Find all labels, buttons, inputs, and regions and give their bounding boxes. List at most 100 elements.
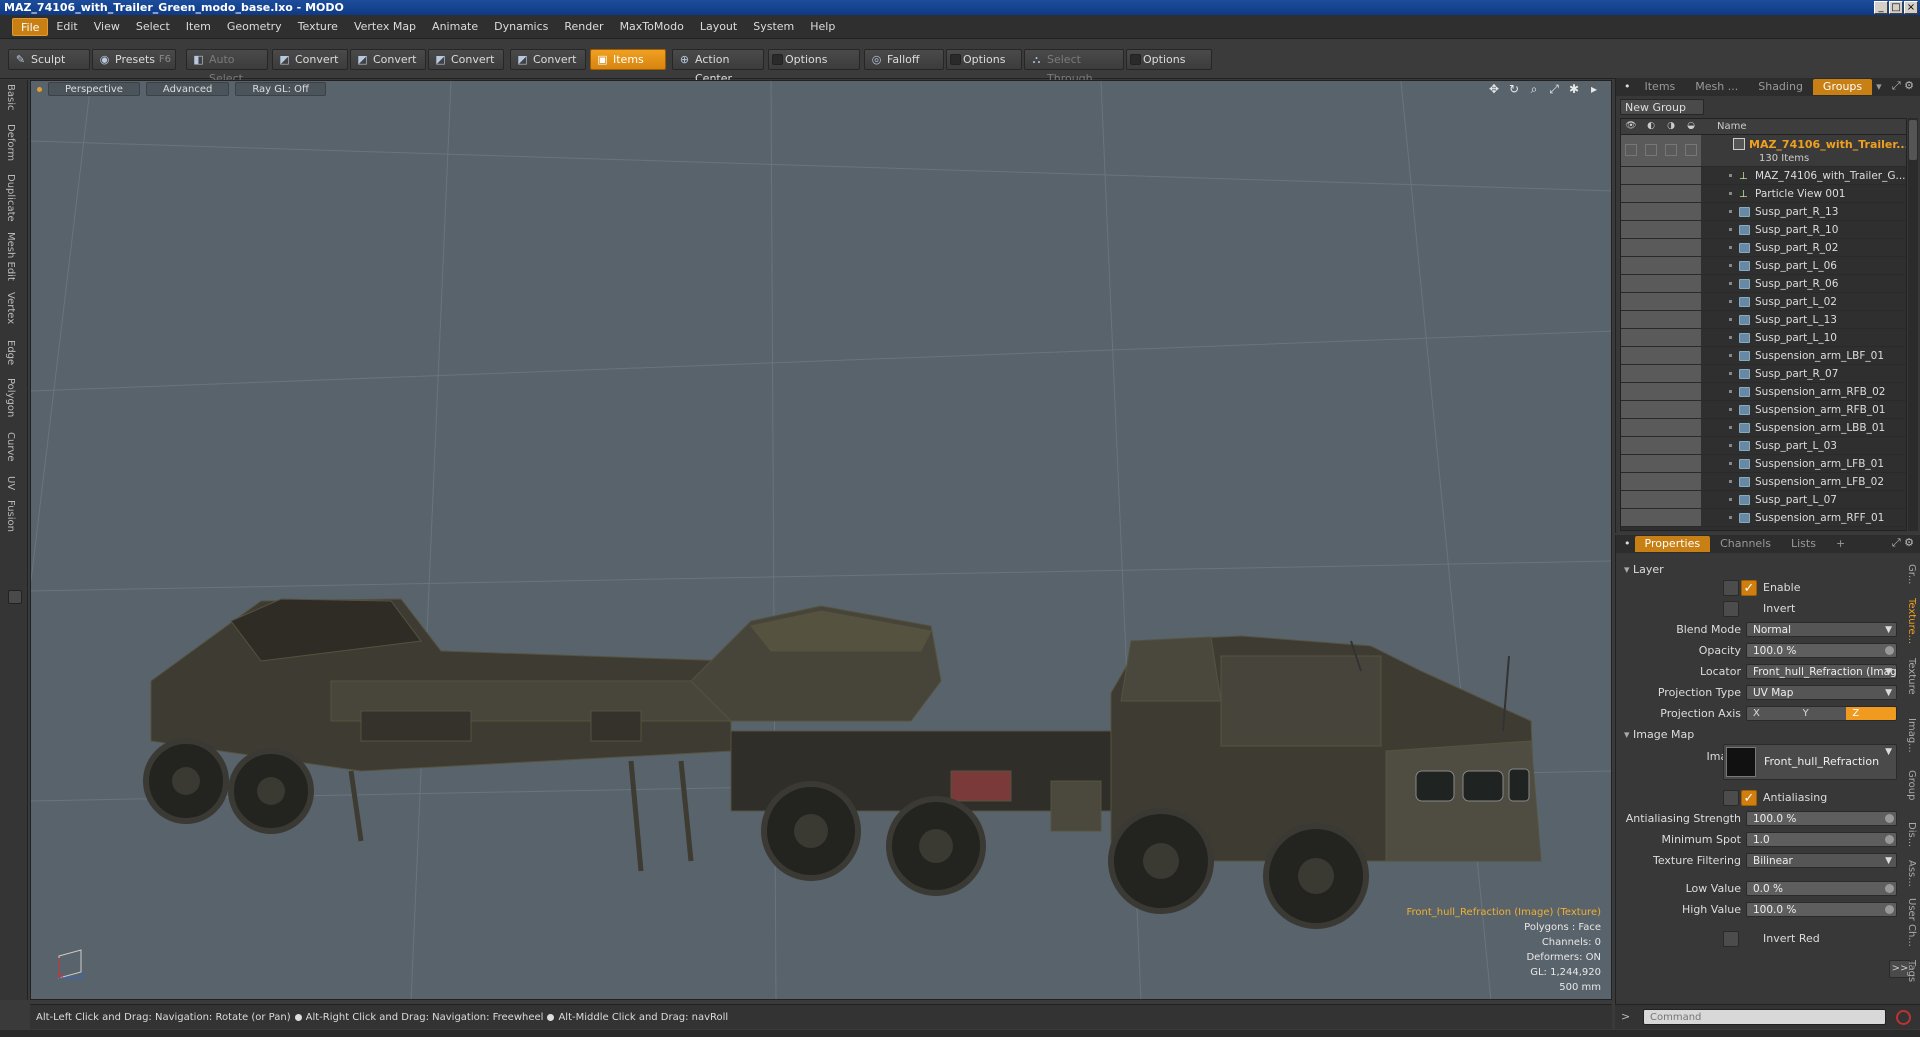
- 3d-viewport[interactable]: Perspective Advanced Ray GL: Off ✥ ↻ ⌕ ⤢…: [30, 80, 1612, 1000]
- select-through-button[interactable]: ⛬ Select Through: [1024, 49, 1124, 85]
- vtab-texture[interactable]: Texture: [1906, 658, 1920, 695]
- menu-maxtomodo[interactable]: MaxToModo: [612, 18, 692, 36]
- blend-mode-select[interactable]: Normal ▼: [1746, 622, 1897, 637]
- tab-uv[interactable]: UV: [5, 476, 23, 490]
- tab-mesh[interactable]: Mesh ...: [1685, 79, 1748, 95]
- vtab-assembly[interactable]: Ass...: [1906, 860, 1920, 887]
- min-spot-field[interactable]: 1.0: [1746, 832, 1897, 847]
- action-center-options-button[interactable]: Options: [768, 49, 860, 70]
- tab-expand-button[interactable]: [8, 590, 22, 604]
- tab-channels[interactable]: Channels: [1710, 536, 1781, 552]
- tab-shading[interactable]: Shading: [1748, 79, 1813, 95]
- invert-checkbox[interactable]: [1723, 601, 1739, 617]
- menu-dynamics[interactable]: Dynamics: [486, 18, 556, 36]
- axis-y-button[interactable]: Y: [1796, 707, 1847, 720]
- keyframe-icon[interactable]: [1885, 814, 1894, 823]
- viewport-menu-dot[interactable]: [37, 86, 42, 92]
- add-tab-button[interactable]: +: [1826, 536, 1855, 552]
- tab-edge[interactable]: Edge: [5, 340, 23, 365]
- list-item[interactable]: Susp_part_R_13: [1621, 203, 1906, 221]
- list-item[interactable]: Susp_part_L_13: [1621, 311, 1906, 329]
- keyframe-icon[interactable]: [1885, 835, 1894, 844]
- opacity-field[interactable]: 100.0 %: [1746, 643, 1897, 658]
- scrollbar-thumb[interactable]: [1909, 120, 1917, 160]
- items-mode-button[interactable]: ▣ Items: [590, 49, 666, 70]
- perspective-button[interactable]: Perspective: [48, 82, 140, 96]
- menu-item[interactable]: Item: [178, 18, 219, 36]
- menu-select[interactable]: Select: [128, 18, 178, 36]
- tab-mesh-edit[interactable]: Mesh Edit: [5, 232, 23, 281]
- vtab-user-channels[interactable]: User Ch...: [1906, 898, 1920, 947]
- image-map-section-header[interactable]: Image Map: [1624, 728, 1694, 741]
- menu-help[interactable]: Help: [802, 18, 843, 36]
- list-item[interactable]: Susp_part_R_07: [1621, 365, 1906, 383]
- vtab-texture-layer[interactable]: Texture...: [1906, 598, 1920, 644]
- menu-view[interactable]: View: [86, 18, 128, 36]
- enable-checkbox[interactable]: ✓: [1741, 580, 1757, 596]
- list-item[interactable]: Susp_part_R_02: [1621, 239, 1906, 257]
- list-item[interactable]: Susp_part_L_07: [1621, 491, 1906, 509]
- chevron-right-icon[interactable]: >: [1621, 1010, 1630, 1023]
- convert-button-4[interactable]: ◩ Convert: [510, 49, 586, 70]
- menu-geometry[interactable]: Geometry: [219, 18, 290, 36]
- tab-items[interactable]: Items: [1635, 79, 1686, 95]
- eye-icon[interactable]: 👁: [1625, 121, 1637, 133]
- falloff-options-button[interactable]: Options: [946, 49, 1022, 70]
- menu-animate[interactable]: Animate: [424, 18, 486, 36]
- vtab-group-2[interactable]: Group: [1906, 770, 1920, 800]
- tab-basic[interactable]: Basic: [5, 84, 23, 110]
- record-macro-icon[interactable]: [1896, 1010, 1911, 1025]
- minimize-button[interactable]: _: [1874, 1, 1888, 14]
- menu-layout[interactable]: Layout: [692, 18, 745, 36]
- sculpt-button[interactable]: ✎ Sculpt: [8, 49, 90, 70]
- convert-button-1[interactable]: ◩ Convert: [272, 49, 348, 70]
- tab-vertex[interactable]: Vertex: [5, 292, 23, 324]
- axis-x-button[interactable]: X: [1747, 707, 1797, 720]
- groups-scrollbar[interactable]: [1908, 118, 1918, 531]
- render-icon[interactable]: ◒: [1685, 121, 1697, 133]
- tab-curve[interactable]: Curve: [5, 432, 23, 462]
- tab-duplicate[interactable]: Duplicate: [5, 174, 23, 222]
- list-item[interactable]: ⊥ MAZ_74106_with_Trailer_G...: [1621, 167, 1906, 185]
- enable-key-box[interactable]: [1723, 580, 1739, 596]
- tab-polygon[interactable]: Polygon: [5, 378, 23, 417]
- axis-z-button[interactable]: Z: [1846, 707, 1896, 720]
- list-item[interactable]: Susp_part_L_06: [1621, 257, 1906, 275]
- action-center-button[interactable]: ⊕ Action Center: [672, 49, 764, 85]
- layer-section-header[interactable]: Layer: [1624, 563, 1664, 576]
- keyframe-icon[interactable]: [1885, 884, 1894, 893]
- vtab-group[interactable]: Gr...: [1906, 564, 1920, 584]
- fit-icon[interactable]: ⤢: [1547, 82, 1561, 97]
- high-value-field[interactable]: 100.0 %: [1746, 902, 1897, 917]
- select-icon[interactable]: ◑: [1665, 121, 1677, 133]
- locator-select[interactable]: Front_hull_Refraction (Imag ... ▼: [1746, 664, 1897, 679]
- convert-button-2[interactable]: ◩ Convert: [350, 49, 426, 70]
- keyframe-icon[interactable]: [1885, 646, 1894, 655]
- list-item[interactable]: Susp_part_R_06: [1621, 275, 1906, 293]
- list-item[interactable]: Suspension_arm_RFF_01: [1621, 509, 1906, 527]
- command-input[interactable]: [1643, 1009, 1886, 1025]
- vtab-display[interactable]: Dis...: [1906, 822, 1920, 847]
- list-item[interactable]: Suspension_arm_LBF_01: [1621, 347, 1906, 365]
- panel-expand-icon[interactable]: ⤢ ⚙: [1892, 79, 1914, 93]
- maximize-button[interactable]: □: [1889, 1, 1903, 14]
- truck-trailer-model[interactable]: [31, 81, 1612, 1000]
- tab-groups[interactable]: Groups: [1812, 79, 1873, 95]
- image-select[interactable]: Front_hull_Refraction ▼: [1723, 744, 1897, 780]
- zoom-icon[interactable]: ⌕: [1527, 82, 1541, 97]
- shading-mode-button[interactable]: Advanced: [145, 82, 230, 96]
- tab-dropdown-icon[interactable]: ▾: [1872, 79, 1886, 95]
- menu-render[interactable]: Render: [556, 18, 611, 36]
- presets-button[interactable]: ◉ Presets F6: [92, 49, 176, 70]
- list-item[interactable]: Susp_part_L_02: [1621, 293, 1906, 311]
- tab-deform[interactable]: Deform: [5, 124, 23, 161]
- projection-type-select[interactable]: UV Map ▼: [1746, 685, 1897, 700]
- convert-button-3[interactable]: ◩ Convert: [428, 49, 504, 70]
- invert-red-checkbox[interactable]: [1723, 931, 1739, 947]
- new-group-button[interactable]: New Group: [1620, 99, 1704, 115]
- tab-lists[interactable]: Lists: [1781, 536, 1826, 552]
- aa-strength-field[interactable]: 100.0 %: [1746, 811, 1897, 826]
- keyframe-icon[interactable]: [1885, 905, 1894, 914]
- list-item[interactable]: Suspension_arm_LFB_02: [1621, 473, 1906, 491]
- name-column-header[interactable]: Name: [1717, 121, 1747, 132]
